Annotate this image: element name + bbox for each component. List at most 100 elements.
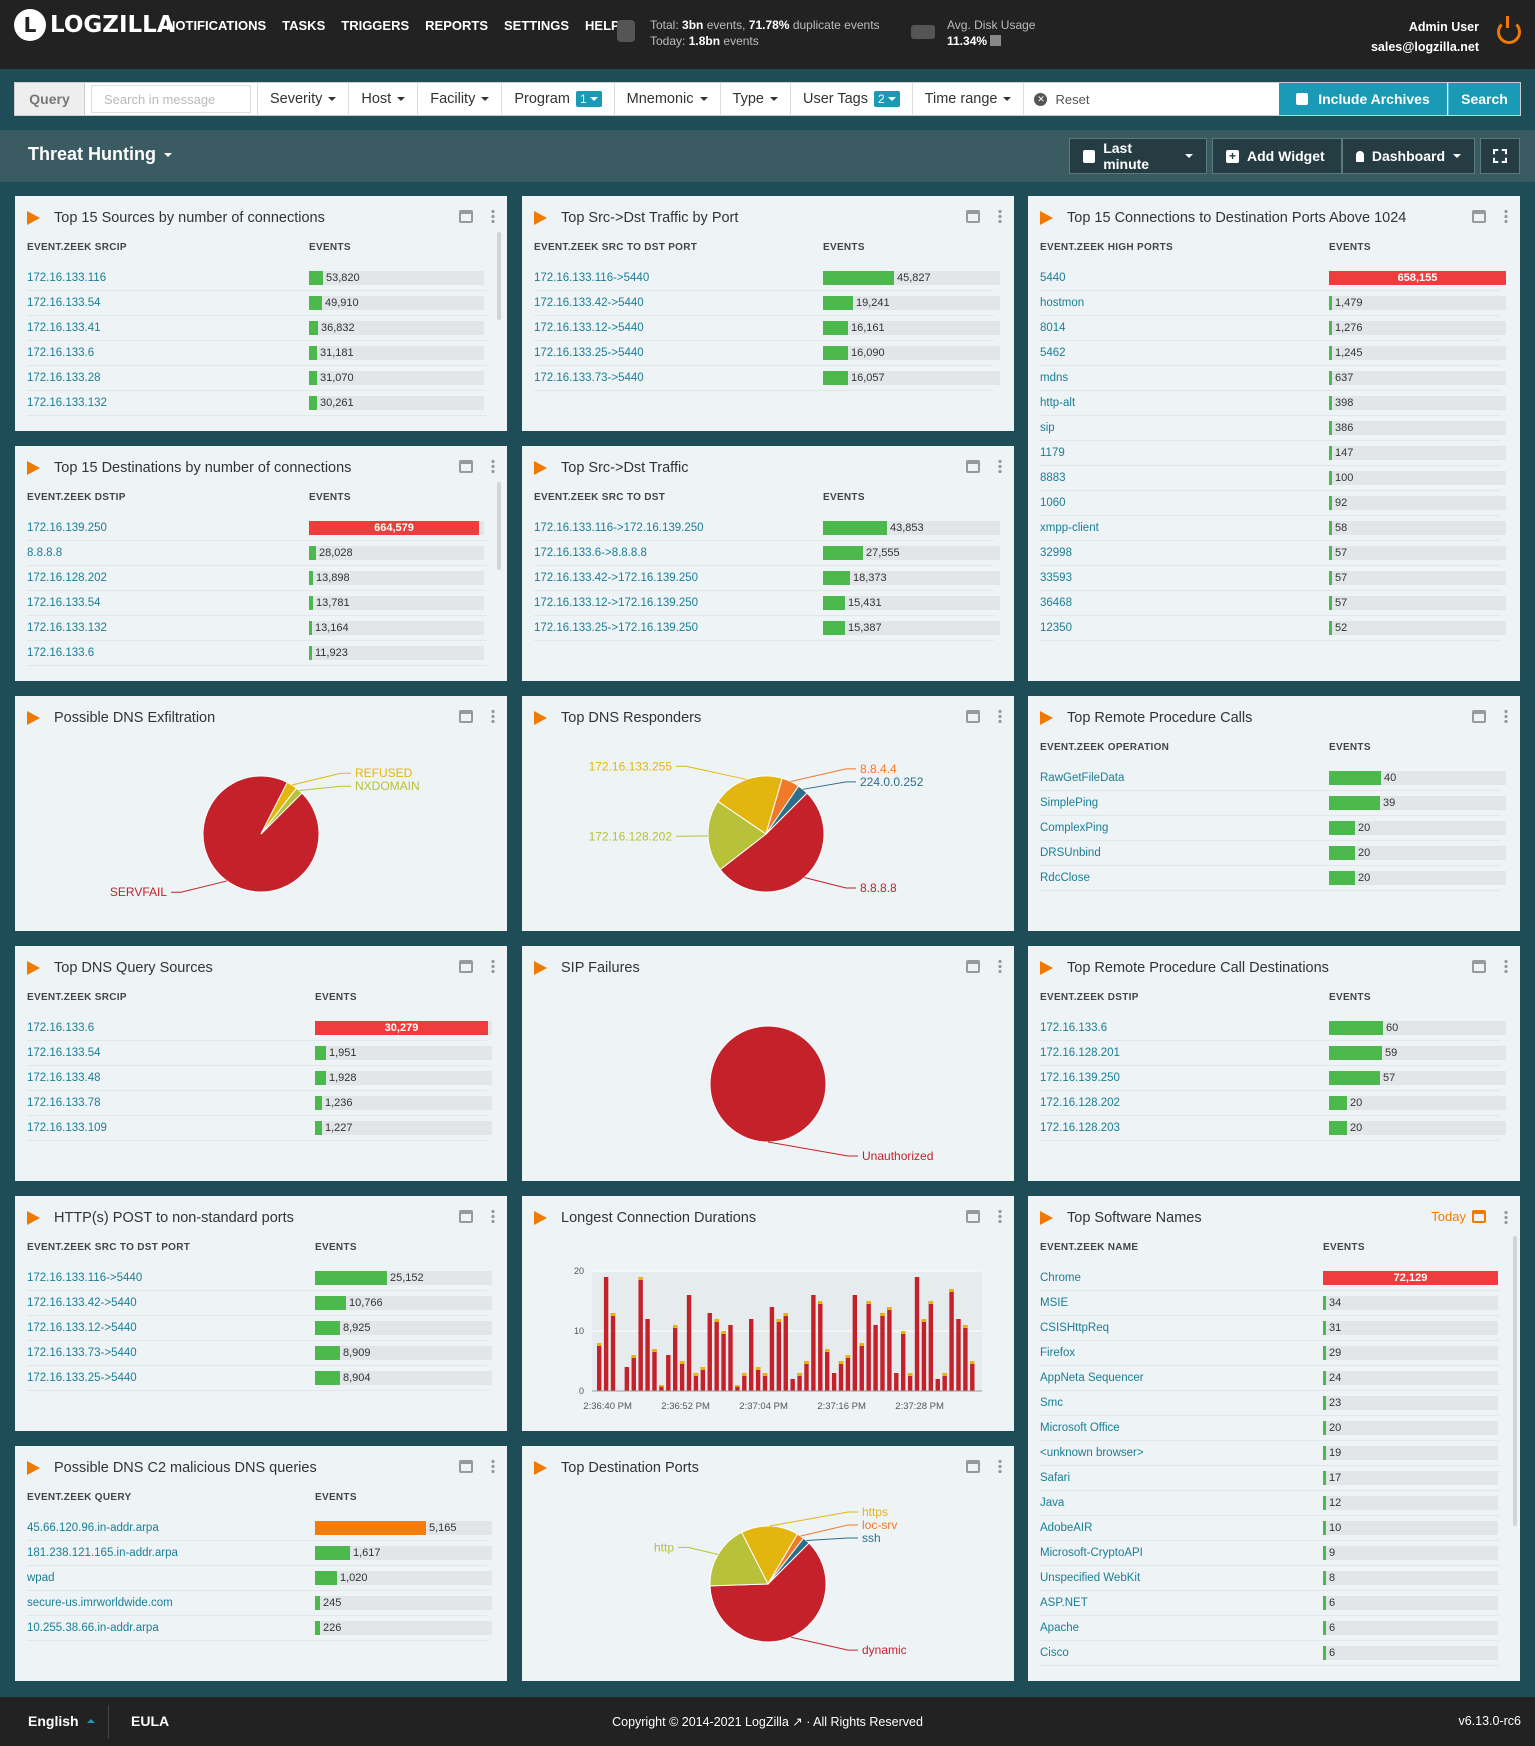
bar[interactable] [811, 1295, 816, 1391]
table-row[interactable]: 172.16.133.132 13,164 [27, 616, 487, 641]
table-row[interactable]: ASP.NET 6 [1040, 1591, 1500, 1616]
bar[interactable] [749, 1319, 754, 1391]
table-row[interactable]: http-alt 398 [1040, 391, 1506, 416]
row-label[interactable]: 172.16.133.12->5440 [27, 1322, 137, 1334]
more-vertical-icon[interactable] [1504, 709, 1508, 723]
bar[interactable] [970, 1361, 975, 1391]
bar[interactable] [818, 1301, 823, 1391]
filter-time-range[interactable]: Time range [911, 83, 1024, 115]
table-row[interactable]: 172.16.133.54 49,910 [27, 291, 487, 316]
row-label[interactable]: 172.16.133.6 [27, 1022, 94, 1034]
play-icon[interactable] [534, 1211, 547, 1225]
row-label[interactable]: 172.16.133.54 [27, 297, 101, 309]
play-icon[interactable] [1040, 711, 1053, 725]
row-label[interactable]: 172.16.133.12->5440 [534, 322, 644, 334]
row-label[interactable]: 172.16.133.41 [27, 322, 101, 334]
row-label[interactable]: 181.238.121.165.in-addr.arpa [27, 1547, 178, 1559]
include-archives-toggle[interactable]: Include Archives [1279, 83, 1447, 115]
bar[interactable] [755, 1367, 761, 1391]
row-label[interactable]: mdns [1040, 372, 1068, 384]
filter-type[interactable]: Type [719, 83, 790, 115]
add-widget-button[interactable]: + Add Widget [1212, 138, 1342, 174]
row-label[interactable]: ASP.NET [1040, 1597, 1088, 1609]
bar[interactable] [638, 1277, 643, 1391]
table-row[interactable]: 172.16.139.250 57 [1040, 1066, 1506, 1091]
row-label[interactable]: 172.16.133.54 [27, 597, 101, 609]
bar[interactable] [866, 1301, 871, 1391]
play-icon[interactable] [27, 1461, 40, 1475]
row-label[interactable]: http-alt [1040, 397, 1075, 409]
row-label[interactable]: DRSUnbind [1040, 847, 1101, 859]
row-label[interactable]: 1179 [1040, 447, 1065, 459]
table-row[interactable]: AdobeAIR 10 [1040, 1516, 1500, 1541]
calendar-icon[interactable] [966, 459, 980, 473]
table-row[interactable]: sip 386 [1040, 416, 1506, 441]
filter-mnemonic[interactable]: Mnemonic [613, 83, 720, 115]
row-label[interactable]: 172.16.133.6 [27, 647, 94, 659]
row-label[interactable]: sip [1040, 422, 1055, 434]
row-label[interactable]: 172.16.133.109 [27, 1122, 107, 1134]
row-label[interactable]: 5440 [1040, 272, 1066, 284]
row-label[interactable]: 172.16.139.250 [1040, 1072, 1120, 1084]
power-icon[interactable] [1497, 16, 1521, 44]
nav-tasks[interactable]: TASKS [282, 18, 325, 33]
table-row[interactable]: 8014 1,276 [1040, 316, 1506, 341]
table-row[interactable]: 172.16.133.6->8.8.8.8 27,555 [534, 541, 1000, 566]
table-row[interactable]: 45.66.120.96.in-addr.arpa 5,165 [27, 1516, 492, 1541]
nav-help[interactable]: HELP [585, 18, 620, 33]
table-row[interactable]: 172.16.133.6 11,923 [27, 641, 487, 666]
table-row[interactable]: 172.16.133.6 60 [1040, 1016, 1506, 1041]
row-label[interactable]: 172.16.133.116->5440 [27, 1272, 142, 1284]
download-icon[interactable] [990, 35, 1002, 46]
row-label[interactable]: Cisco [1040, 1647, 1069, 1659]
logozilla-logo[interactable]: L LOGZILLA [14, 9, 175, 41]
row-label[interactable]: 172.16.133.42->172.16.139.250 [534, 572, 698, 584]
bar[interactable] [728, 1325, 733, 1391]
calendar-icon[interactable] [459, 959, 473, 973]
table-row[interactable]: 172.16.133.12->5440 8,925 [27, 1316, 492, 1341]
row-label[interactable]: Apache [1040, 1622, 1079, 1634]
table-row[interactable]: 172.16.133.73->5440 8,909 [27, 1341, 492, 1366]
table-row[interactable]: 172.16.133.116->5440 25,152 [27, 1266, 492, 1291]
table-row[interactable]: 172.16.128.203 20 [1040, 1116, 1506, 1141]
table-row[interactable]: secure-us.imrworldwide.com 245 [27, 1591, 492, 1616]
table-row[interactable]: Apache 6 [1040, 1616, 1500, 1641]
row-label[interactable]: 1060 [1040, 497, 1066, 509]
row-label[interactable]: Chrome [1040, 1272, 1081, 1284]
row-label[interactable]: 8014 [1040, 322, 1066, 334]
more-vertical-icon[interactable] [998, 709, 1002, 723]
bar[interactable] [714, 1319, 719, 1391]
row-label[interactable]: CSISHttpReq [1040, 1322, 1109, 1334]
table-row[interactable]: 172.16.133.48 1,928 [27, 1066, 492, 1091]
row-label[interactable]: secure-us.imrworldwide.com [27, 1597, 173, 1609]
row-label[interactable]: 172.16.133.25->172.16.139.250 [534, 622, 698, 634]
table-row[interactable]: Microsoft-CryptoAPI 9 [1040, 1541, 1500, 1566]
table-row[interactable]: Unspecified WebKit 8 [1040, 1566, 1500, 1591]
table-row[interactable]: 172.16.133.109 1,227 [27, 1116, 492, 1141]
play-icon[interactable] [534, 211, 547, 225]
row-label[interactable]: Microsoft-CryptoAPI [1040, 1547, 1143, 1559]
bar[interactable] [790, 1379, 795, 1391]
dashboard-title-dropdown[interactable]: Threat Hunting [28, 144, 172, 165]
play-icon[interactable] [1040, 211, 1053, 225]
time-range-button[interactable]: Last minute [1069, 138, 1207, 174]
row-label[interactable]: 172.16.133.28 [27, 372, 101, 384]
table-row[interactable]: Chrome 72,129 [1040, 1266, 1500, 1291]
table-row[interactable]: Microsoft Office 20 [1040, 1416, 1500, 1441]
more-vertical-icon[interactable] [491, 959, 495, 973]
more-vertical-icon[interactable] [1504, 1209, 1508, 1224]
table-row[interactable]: 172.16.133.25->5440 16,090 [534, 341, 1000, 366]
table-row[interactable]: 172.16.139.250 664,579 [27, 516, 487, 541]
bar[interactable] [610, 1313, 616, 1391]
row-label[interactable]: Smc [1040, 1397, 1063, 1409]
row-label[interactable]: 172.16.128.203 [1040, 1122, 1120, 1134]
bar[interactable] [666, 1355, 671, 1391]
bar[interactable] [776, 1319, 782, 1391]
bar[interactable] [825, 1349, 830, 1391]
row-label[interactable]: 33593 [1040, 572, 1072, 584]
bar[interactable] [963, 1325, 968, 1391]
table-row[interactable]: CSISHttpReq 31 [1040, 1316, 1500, 1341]
play-icon[interactable] [1040, 961, 1053, 975]
user-menu[interactable]: Admin User sales@logzilla.net [1371, 17, 1479, 57]
more-vertical-icon[interactable] [491, 709, 495, 723]
